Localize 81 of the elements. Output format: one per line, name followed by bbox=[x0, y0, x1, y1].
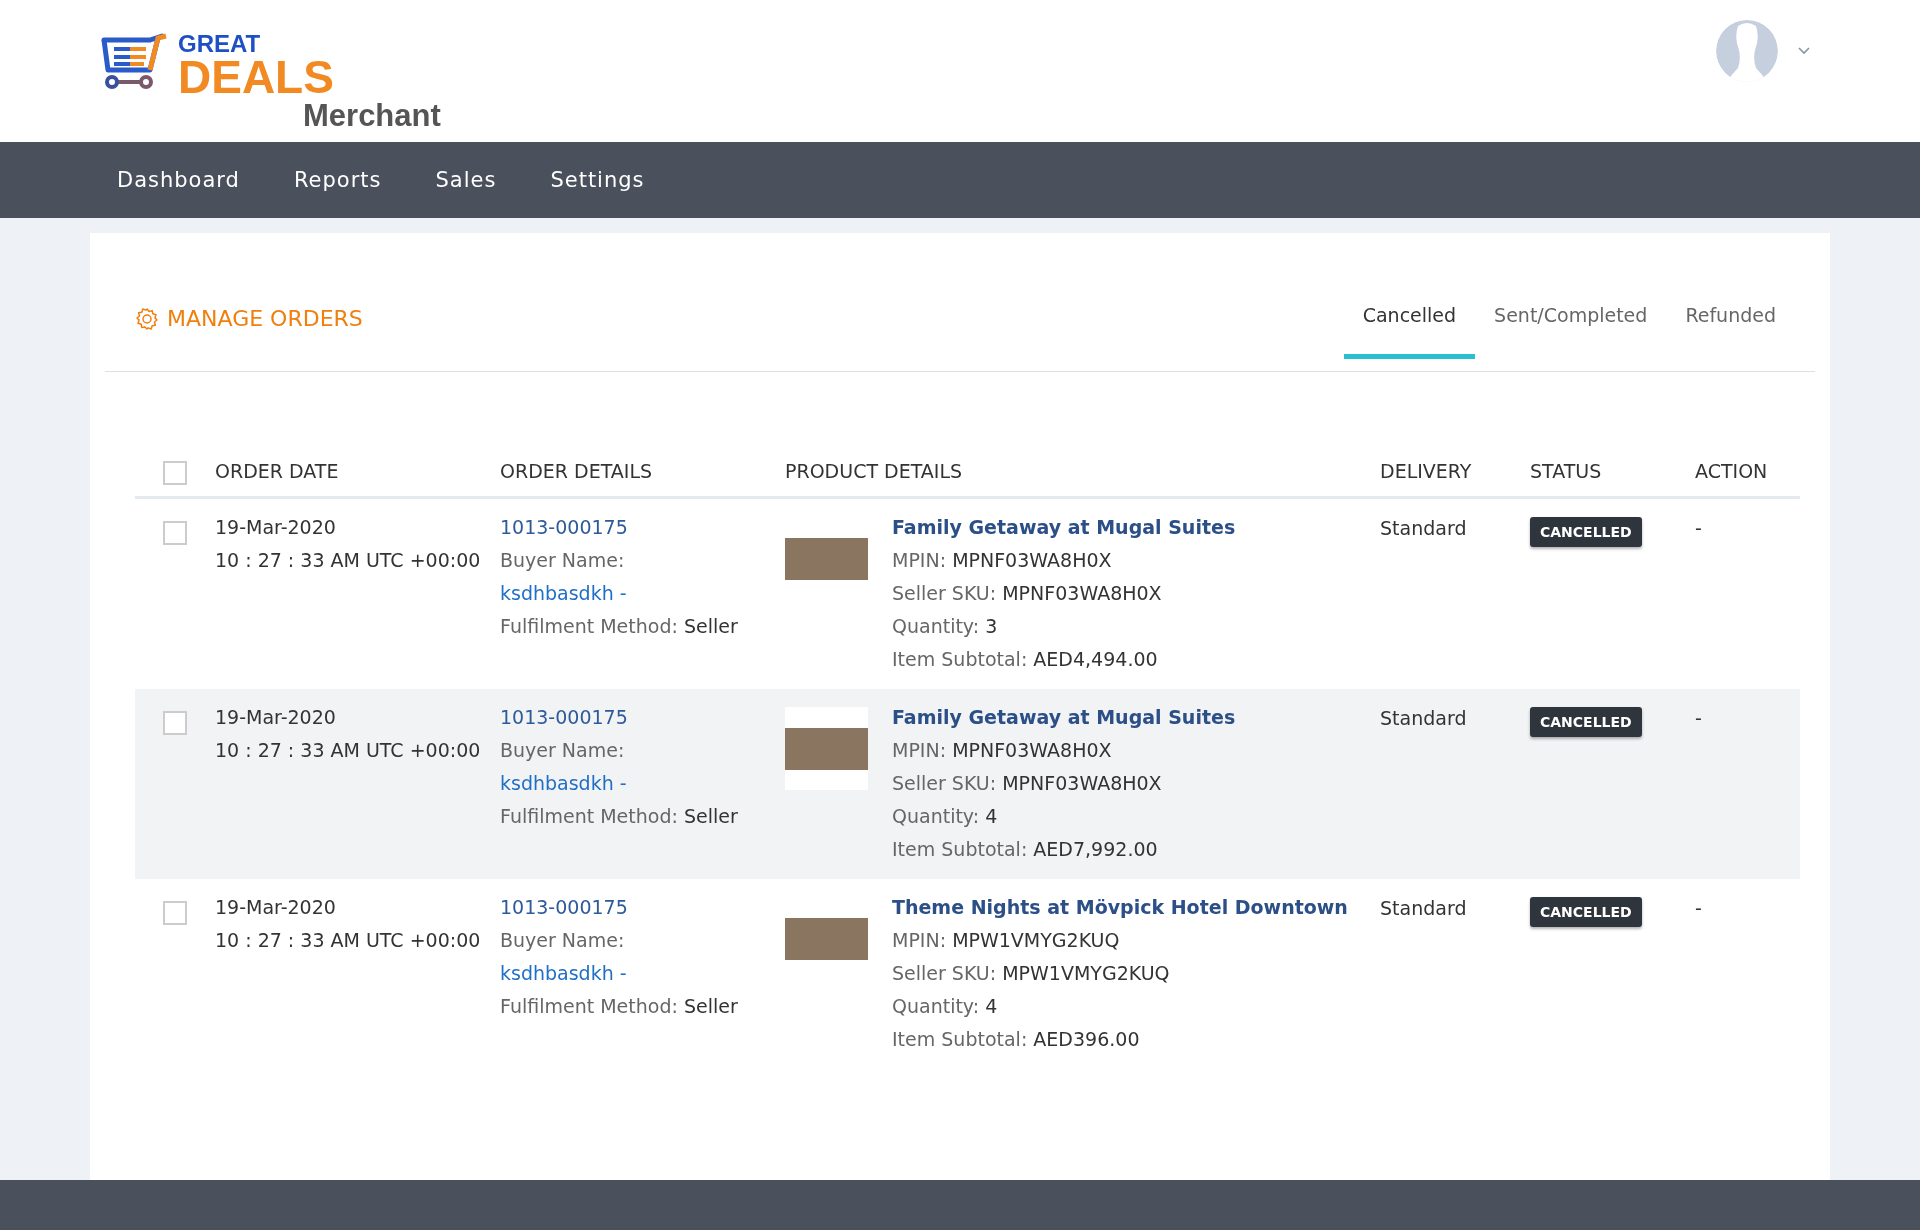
checkbox[interactable] bbox=[163, 521, 187, 545]
mpin-value: MPNF03WA8H0X bbox=[952, 549, 1112, 571]
sku-label: Seller SKU: bbox=[892, 962, 997, 984]
column-header: DELIVERY bbox=[1380, 460, 1472, 482]
logo-subtitle: Merchant bbox=[303, 98, 441, 134]
nav-link[interactable]: Reports bbox=[293, 168, 382, 192]
fulfilment-label: Fulfilment Method: bbox=[500, 615, 678, 637]
quantity-label: Quantity: bbox=[892, 615, 980, 637]
fulfilment-value: Seller bbox=[683, 805, 738, 827]
product-link[interactable]: Family Getaway at Mugal Suites bbox=[892, 701, 1236, 734]
logo-text: DEALS bbox=[178, 56, 335, 98]
product-link[interactable]: Family Getaway at Mugal Suites bbox=[892, 511, 1236, 544]
fulfilment-value: Seller bbox=[683, 615, 738, 637]
column-header: ACTION bbox=[1695, 460, 1768, 482]
status-badge: CANCELLED bbox=[1530, 897, 1642, 927]
quantity-value: 4 bbox=[985, 995, 998, 1017]
sku-value: MPNF03WA8H0X bbox=[1002, 772, 1162, 794]
order-date: 19-Mar-2020 bbox=[215, 515, 337, 540]
order-id-link[interactable]: 1013-000175 bbox=[500, 701, 785, 734]
tab[interactable]: Sent/Completed bbox=[1475, 304, 1667, 359]
column-header: STATUS bbox=[1530, 460, 1602, 482]
order-id-link[interactable]: 1013-000175 bbox=[500, 891, 785, 924]
sku-label: Seller SKU: bbox=[892, 582, 997, 604]
quantity-value: 3 bbox=[985, 615, 998, 637]
fulfilment-value: Seller bbox=[683, 995, 738, 1017]
tab[interactable]: Refunded bbox=[1666, 304, 1795, 359]
buyer-label: Buyer Name: bbox=[500, 548, 626, 573]
gear-icon bbox=[135, 306, 159, 331]
logo-text: GREAT bbox=[178, 32, 262, 56]
mpin-value: MPNF03WA8H0X bbox=[952, 739, 1112, 761]
delivery-text: Standard bbox=[1380, 707, 1467, 729]
mpin-label: MPIN: bbox=[892, 929, 947, 951]
delivery-text: Standard bbox=[1380, 897, 1467, 919]
quantity-label: Quantity: bbox=[892, 805, 980, 827]
action-text: - bbox=[1695, 517, 1702, 539]
order-time: 10 : 27 : 33 AM UTC +00:00 bbox=[215, 548, 482, 573]
order-date: 19-Mar-2020 bbox=[215, 895, 337, 920]
avatar-icon[interactable] bbox=[1716, 20, 1778, 82]
status-badge: CANCELLED bbox=[1530, 517, 1642, 547]
checkbox[interactable] bbox=[163, 711, 187, 735]
buyer-label: Buyer Name: bbox=[500, 738, 626, 763]
chevron-down-icon[interactable] bbox=[1798, 47, 1810, 55]
tab[interactable]: Cancelled bbox=[1343, 304, 1476, 359]
buyer-link[interactable]: ksdhbasdkh - bbox=[500, 957, 785, 990]
nav-link[interactable]: Sales bbox=[435, 168, 497, 192]
page-title: MANAGE ORDERS bbox=[167, 306, 363, 331]
status-badge: CANCELLED bbox=[1530, 707, 1642, 737]
delivery-text: Standard bbox=[1380, 517, 1467, 539]
subtotal-label: Item Subtotal: bbox=[892, 1028, 1028, 1050]
subtotal-label: Item Subtotal: bbox=[892, 838, 1028, 860]
checkbox[interactable] bbox=[163, 461, 187, 485]
nav-link[interactable]: Settings bbox=[550, 168, 645, 192]
sku-label: Seller SKU: bbox=[892, 772, 997, 794]
quantity-label: Quantity: bbox=[892, 995, 980, 1017]
quantity-value: 4 bbox=[985, 805, 998, 827]
column-header: ORDER DETAILS bbox=[500, 460, 653, 482]
fulfilment-label: Fulfilment Method: bbox=[500, 805, 678, 827]
subtotal-value: AED7,992.00 bbox=[1033, 838, 1158, 860]
column-header: ORDER DATE bbox=[215, 460, 339, 482]
product-link[interactable]: Theme Nights at Mövpick Hotel Downtown bbox=[892, 891, 1348, 924]
action-text: - bbox=[1695, 707, 1702, 729]
buyer-label: Buyer Name: bbox=[500, 928, 626, 953]
fulfilment-label: Fulfilment Method: bbox=[500, 995, 678, 1017]
sku-value: MPW1VMYG2KUQ bbox=[1002, 962, 1170, 984]
checkbox[interactable] bbox=[163, 901, 187, 925]
order-time: 10 : 27 : 33 AM UTC +00:00 bbox=[215, 928, 482, 953]
mpin-value: MPW1VMYG2KUQ bbox=[952, 929, 1120, 951]
subtotal-value: AED4,494.00 bbox=[1033, 648, 1158, 670]
action-text: - bbox=[1695, 897, 1702, 919]
subtotal-value: AED396.00 bbox=[1033, 1028, 1140, 1050]
mpin-label: MPIN: bbox=[892, 739, 947, 761]
column-header: PRODUCT DETAILS bbox=[785, 460, 963, 482]
buyer-link[interactable]: ksdhbasdkh - bbox=[500, 577, 785, 610]
subtotal-label: Item Subtotal: bbox=[892, 648, 1028, 670]
mpin-label: MPIN: bbox=[892, 549, 947, 571]
nav-link[interactable]: Dashboard bbox=[117, 168, 240, 192]
order-id-link[interactable]: 1013-000175 bbox=[500, 511, 785, 544]
order-time: 10 : 27 : 33 AM UTC +00:00 bbox=[215, 738, 482, 763]
order-date: 19-Mar-2020 bbox=[215, 705, 337, 730]
buyer-link[interactable]: ksdhbasdkh - bbox=[500, 767, 785, 800]
sku-value: MPNF03WA8H0X bbox=[1002, 582, 1162, 604]
